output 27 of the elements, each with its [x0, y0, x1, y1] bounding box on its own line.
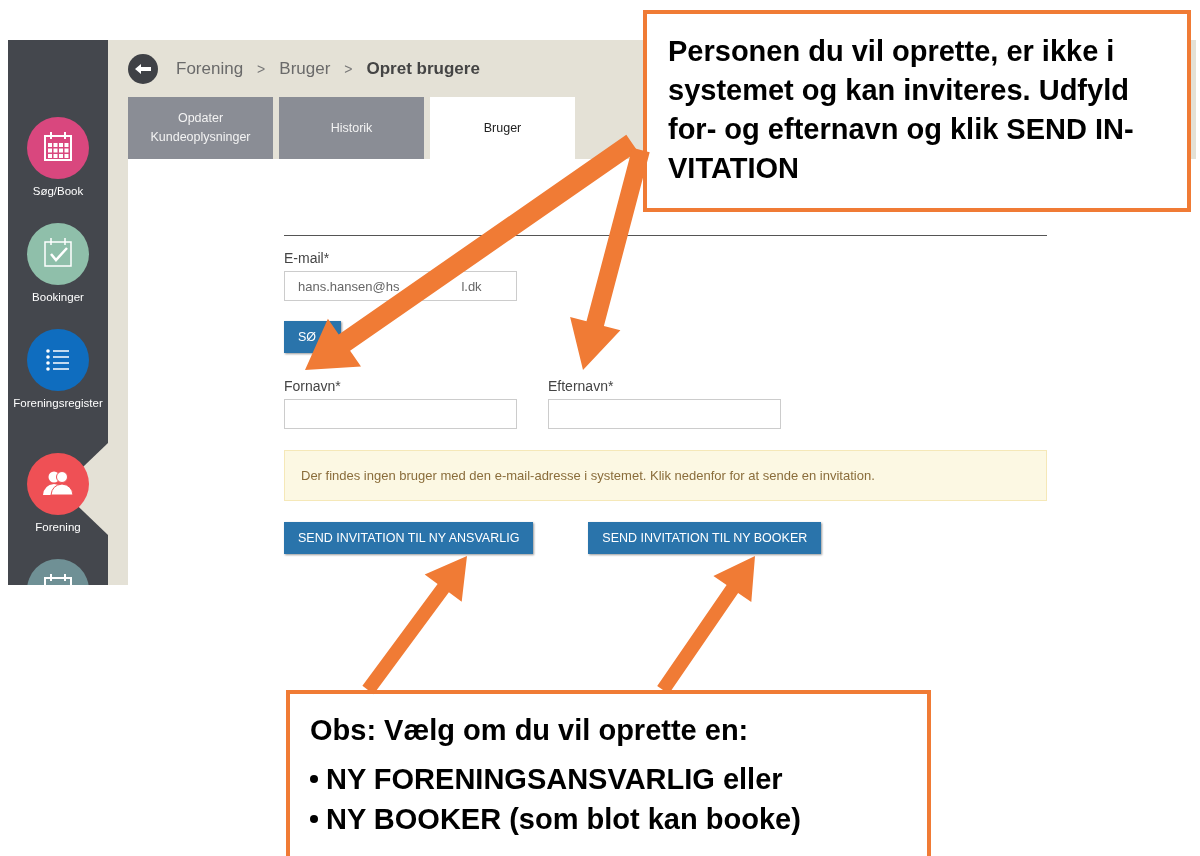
nav-label[interactable]: Forening [35, 521, 81, 533]
send-invitation-button[interactable]: SEND INVITATION TIL NY ANSVARLIG [284, 522, 534, 554]
callout-text: Obs: Vælg om du vil oprette en: [310, 714, 750, 747]
breadcrumb-item[interactable]: Forening [176, 58, 244, 79]
breadcrumb-separator: > [257, 60, 266, 77]
field-label: Efternavn* [548, 378, 615, 394]
nav-label[interactable]: Søg/Book [32, 185, 84, 197]
callout-text: NY BOOKER (som blot kan booke) [326, 802, 801, 836]
bullet-icon [310, 815, 318, 823]
field-label: E-mail* [284, 250, 331, 266]
back-icon[interactable] [128, 53, 158, 84]
tab[interactable]: Opdater Kundeoplysninger [128, 97, 273, 159]
breadcrumb-separator: > [344, 60, 353, 77]
bullet-icon [310, 775, 318, 783]
breadcrumb-item: Opret brugere [366, 58, 480, 79]
nav-label[interactable]: Foreningsregister [13, 397, 103, 409]
tab[interactable]: Historik [279, 97, 424, 159]
breadcrumb-item[interactable]: Bruger [279, 58, 331, 79]
callout-text: Personen du vil oprette, er ikke i systemet og kan inviteres. Udfyld for- og efternavn og klik SEND IN-VITATION [668, 34, 1135, 186]
send-invitation-button[interactable]: SEND INVITATION TIL NY BOOKER [588, 522, 822, 554]
input-field[interactable] [548, 399, 781, 429]
input-field[interactable] [284, 399, 517, 429]
field-label: Fornavn* [284, 378, 342, 394]
callout-text: NY FORENINGSANSVARLIG eller [326, 762, 783, 796]
info-message: Der findes ingen bruger med den e-mail-adresse i systemet. Klik nedenfor for at sende en invitation. [284, 450, 1047, 501]
nav-label[interactable]: Bookinger [32, 291, 84, 303]
tab[interactable]: Bruger [430, 97, 575, 159]
